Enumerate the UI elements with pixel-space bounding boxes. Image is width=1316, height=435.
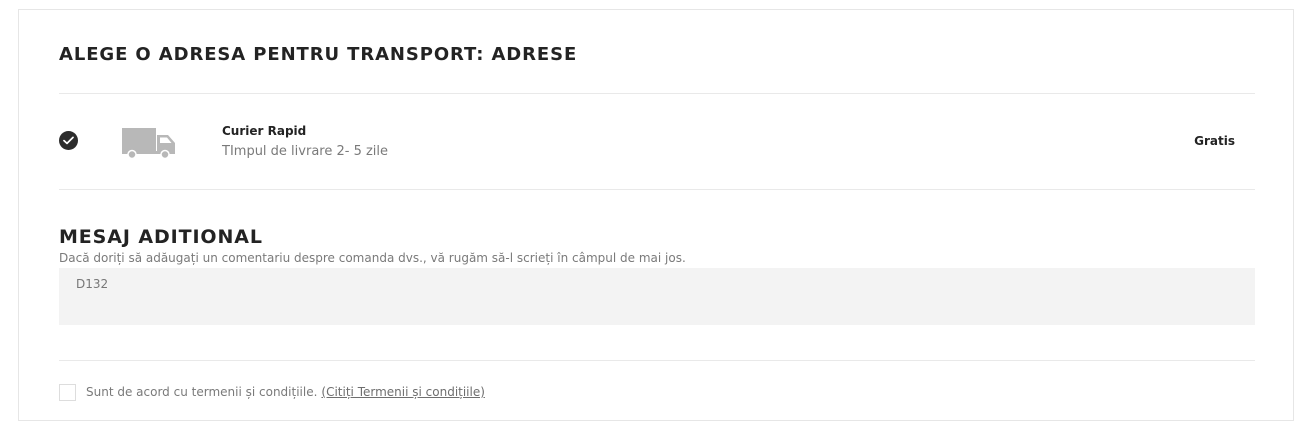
- terms-checkbox[interactable]: [59, 383, 76, 401]
- additional-message-title: MESAJ ADITIONAL: [59, 226, 263, 248]
- checkout-delivery-panel: ALEGE O ADRESA PENTRU TRANSPORT: ADRESE …: [18, 9, 1294, 421]
- terms-label[interactable]: Sunt de acord cu termenii și condițiile.: [86, 385, 317, 399]
- terms-agreement: Sunt de acord cu termenii și condițiile.…: [59, 382, 485, 402]
- carrier-option-row[interactable]: Curier Rapid TImpul de livrare 2- 5 zile…: [59, 94, 1255, 189]
- divider-bottom: [59, 360, 1255, 361]
- additional-message-textarea[interactable]: D132: [59, 268, 1255, 325]
- terms-link[interactable]: (Citiți Termenii și condițiile): [321, 385, 485, 399]
- truck-icon: [122, 128, 175, 159]
- additional-message-hint: Dacă doriți să adăugați un comentariu de…: [59, 251, 686, 265]
- carrier-name: Curier Rapid: [222, 124, 307, 138]
- carrier-price: Gratis: [1194, 134, 1235, 148]
- carrier-delivery-time: TImpul de livrare 2- 5 zile: [222, 144, 389, 159]
- checkmark-icon: [63, 136, 74, 145]
- selected-check-icon[interactable]: [59, 131, 78, 150]
- shipping-section-title: ALEGE O ADRESA PENTRU TRANSPORT: ADRESE: [59, 44, 578, 65]
- divider-middle: [59, 189, 1255, 190]
